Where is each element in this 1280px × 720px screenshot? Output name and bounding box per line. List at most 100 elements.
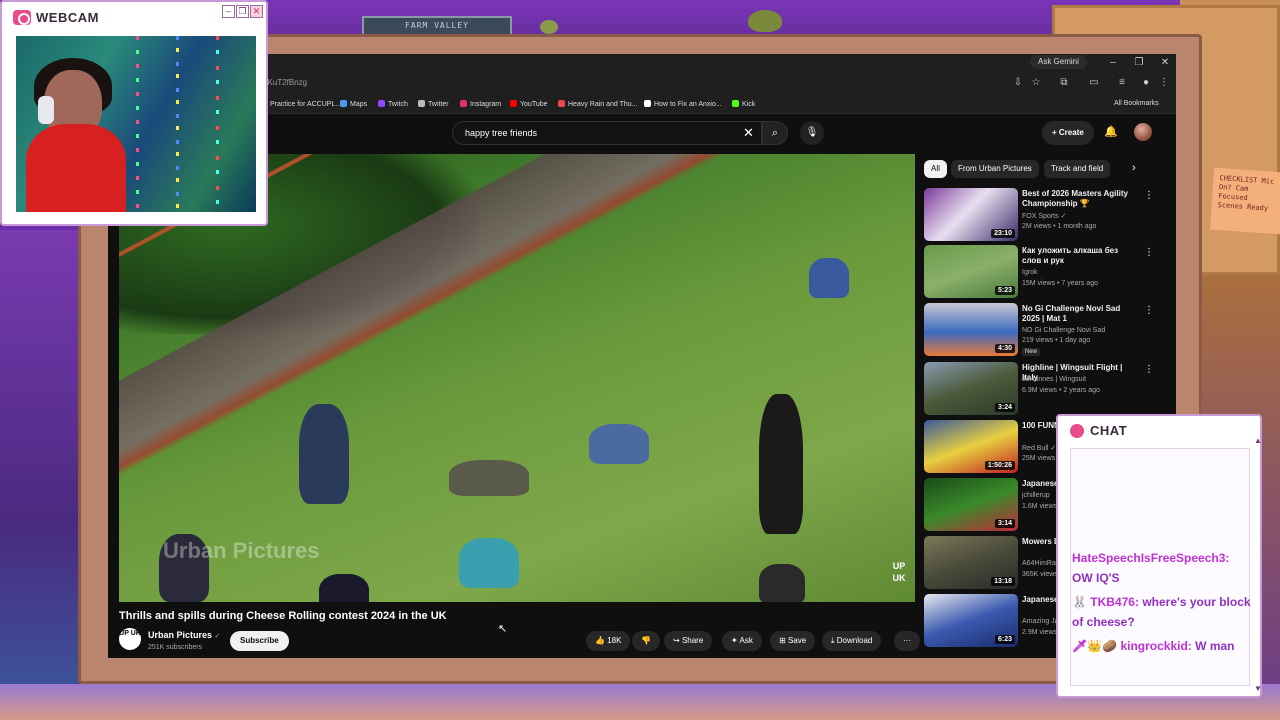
video-watermark: Urban Pictures (163, 538, 320, 563)
notifications-bell-icon[interactable]: 🔔 (1104, 125, 1118, 138)
bookmark-favicon-icon (418, 100, 425, 107)
video-thumbnail: 23:10 (924, 188, 1018, 241)
maximize-button[interactable]: ❐ (1126, 54, 1152, 72)
chat-scrollbar[interactable]: ▲ ▼ (1254, 436, 1262, 696)
bookmark-favicon-icon (558, 100, 565, 107)
video-thumbnail: 3:14 (924, 478, 1018, 531)
channel-name-label: Urban Pictures (148, 630, 213, 640)
chip-from-urban-pictures[interactable]: From Urban Pictures (951, 160, 1039, 178)
profile-icon[interactable]: ● (1140, 77, 1152, 89)
clear-search-icon[interactable]: ✕ (743, 125, 754, 141)
bookmark-favicon-icon (340, 100, 347, 107)
racer-figure (459, 538, 519, 588)
webcam-close-button[interactable]: ✕ (250, 5, 263, 18)
subscribe-button[interactable]: Subscribe (230, 631, 289, 651)
ask-button[interactable]: ✦ Ask (722, 631, 762, 651)
mouse-cursor-icon: ↖ (498, 623, 508, 635)
chat-message: HateSpeechIsFreeSpeech3: OW IQ'S (1072, 548, 1252, 588)
create-button[interactable]: + Create (1042, 121, 1094, 145)
bookmark-item[interactable]: Twitch (378, 100, 408, 108)
webcam-feed (16, 36, 256, 212)
duration-badge: 1:50:26 (984, 461, 1015, 470)
youtube-header: happy tree friends ✕ ⌕ 🎙 + Create 🔔 (108, 114, 1176, 152)
mic-icon: 🎙 (805, 127, 819, 138)
recommendation-meta: 2M views • 1 month ago (1022, 223, 1097, 230)
video-title: Thrills and spills during Cheese Rolling… (119, 610, 447, 622)
extensions-icon[interactable]: ⧉ (1058, 77, 1070, 89)
more-options-icon[interactable]: ⋮ (1144, 247, 1154, 258)
more-options-icon[interactable]: ⋮ (1144, 190, 1154, 201)
chat-bubble-icon (1070, 424, 1084, 438)
webcam-maximize-button[interactable]: ❐ (236, 5, 249, 18)
chip-track-and-field[interactable]: Track and field (1044, 160, 1111, 178)
search-value: happy tree friends (465, 128, 538, 138)
recommendation-meta: 1.6M views (1022, 503, 1058, 510)
voice-search-button[interactable]: 🎙 (800, 121, 824, 145)
search-input[interactable]: happy tree friends ✕ (452, 121, 762, 145)
dislike-button[interactable]: 👎 (632, 631, 660, 651)
more-options-icon[interactable]: ⋮ (1144, 305, 1154, 316)
farm-valley-sign: FARM VALLEY (362, 16, 512, 36)
search-button[interactable]: ⌕ (762, 121, 788, 145)
minimize-button[interactable]: – (1100, 54, 1126, 72)
install-icon[interactable]: ⇩ (1012, 77, 1024, 89)
recommendation-item[interactable]: 3:24 Highline | Wingsuit Flight | Italy … (924, 362, 1174, 418)
bookmark-item[interactable]: Kick (732, 100, 755, 108)
recommendation-item[interactable]: 4:30 No Gi Challenge Novi Sad 2025 | Mat… (924, 303, 1174, 359)
more-actions-button[interactable]: ··· (894, 631, 920, 651)
account-avatar[interactable] (1134, 123, 1152, 141)
close-button[interactable]: ✕ (1152, 54, 1176, 72)
bookmark-item[interactable]: Maps (340, 100, 367, 108)
webcam-header: WEBCAM – ❐ ✕ (2, 2, 266, 32)
save-button[interactable]: ⊞ Save (770, 631, 816, 651)
duration-badge: 3:24 (994, 403, 1015, 412)
chevron-right-icon[interactable]: › (1132, 162, 1136, 174)
bookmark-favicon-icon (378, 100, 385, 107)
bookmark-item[interactable]: Heavy Rain and Thu... (558, 100, 638, 108)
menu-icon[interactable]: ⋮ (1158, 77, 1170, 89)
racer-figure (809, 258, 849, 298)
frog-decoration-small (540, 20, 558, 34)
chip-all[interactable]: All (924, 160, 947, 178)
webcam-minimize-button[interactable]: – (222, 5, 235, 18)
scroll-up-icon[interactable]: ▲ (1254, 436, 1262, 445)
channel-name[interactable]: Urban Pictures ✓ (148, 630, 220, 640)
video-thumbnail: 4:30 (924, 303, 1018, 356)
recommendation-meta: 365K views (1022, 571, 1058, 578)
recommendation-item[interactable]: 5:23 Как уложить алкаша без слов и рук I… (924, 245, 1174, 301)
racer-figure (759, 394, 803, 534)
address-bar: siRKuT2fBnzg ⇩ ☆ ⧉ ▭ ≡ ● ⋮ (108, 72, 1176, 96)
recommendation-channel: Igrok (1022, 269, 1038, 276)
chat-username: HateSpeechIsFreeSpeech3: (1072, 551, 1230, 565)
thumbs-up-icon: 👍 (595, 636, 608, 645)
bookmark-item[interactable]: YouTube (510, 100, 548, 108)
recommendation-item[interactable]: 23:10 Best of 2026 Masters Agility Champ… (924, 188, 1174, 244)
chat-text: OW IQ'S (1072, 571, 1120, 585)
video-thumbnail: 1:50:26 (924, 420, 1018, 473)
spectator-figure (319, 574, 369, 602)
verified-icon: ✓ (214, 633, 221, 640)
chat-header: CHAT (1058, 416, 1260, 444)
recommendation-meta: 25M views (1022, 455, 1056, 462)
bookmark-item[interactable]: Twitter (418, 100, 449, 108)
bookmark-item[interactable]: How to Fix an Anxio... (644, 100, 722, 108)
bookmark-item[interactable]: Practice for ACCUPL... (260, 100, 341, 108)
download-button[interactable]: ⤓ Download (822, 631, 882, 651)
sidepanel-icon[interactable]: ▭ (1088, 77, 1100, 89)
browser-window: Ask Gemini – ❐ ✕ siRKuT2fBnzg ⇩ ☆ ⧉ ▭ ≡ … (108, 54, 1176, 658)
share-button[interactable]: ↪ Share (664, 631, 713, 651)
more-options-icon[interactable]: ⋮ (1144, 364, 1154, 375)
star-icon[interactable]: ☆ (1030, 77, 1042, 89)
bookmark-favicon-icon (460, 100, 467, 107)
channel-avatar[interactable]: UP UK (119, 628, 141, 650)
like-button[interactable]: 👍 18K (586, 631, 631, 651)
bookmark-item[interactable]: Instagram (460, 100, 501, 108)
recommendation-channel: jchillerup (1022, 492, 1050, 499)
bookmark-label: How to Fix an Anxio... (654, 101, 722, 108)
browser-titlebar: Ask Gemini – ❐ ✕ (108, 54, 1176, 72)
racer-figure (589, 424, 649, 464)
all-bookmarks-button[interactable]: All Bookmarks (1114, 100, 1159, 107)
scroll-down-icon[interactable]: ▼ (1254, 684, 1262, 693)
ask-gemini-button[interactable]: Ask Gemini (1030, 55, 1087, 69)
tab-search-icon[interactable]: ≡ (1116, 77, 1128, 89)
